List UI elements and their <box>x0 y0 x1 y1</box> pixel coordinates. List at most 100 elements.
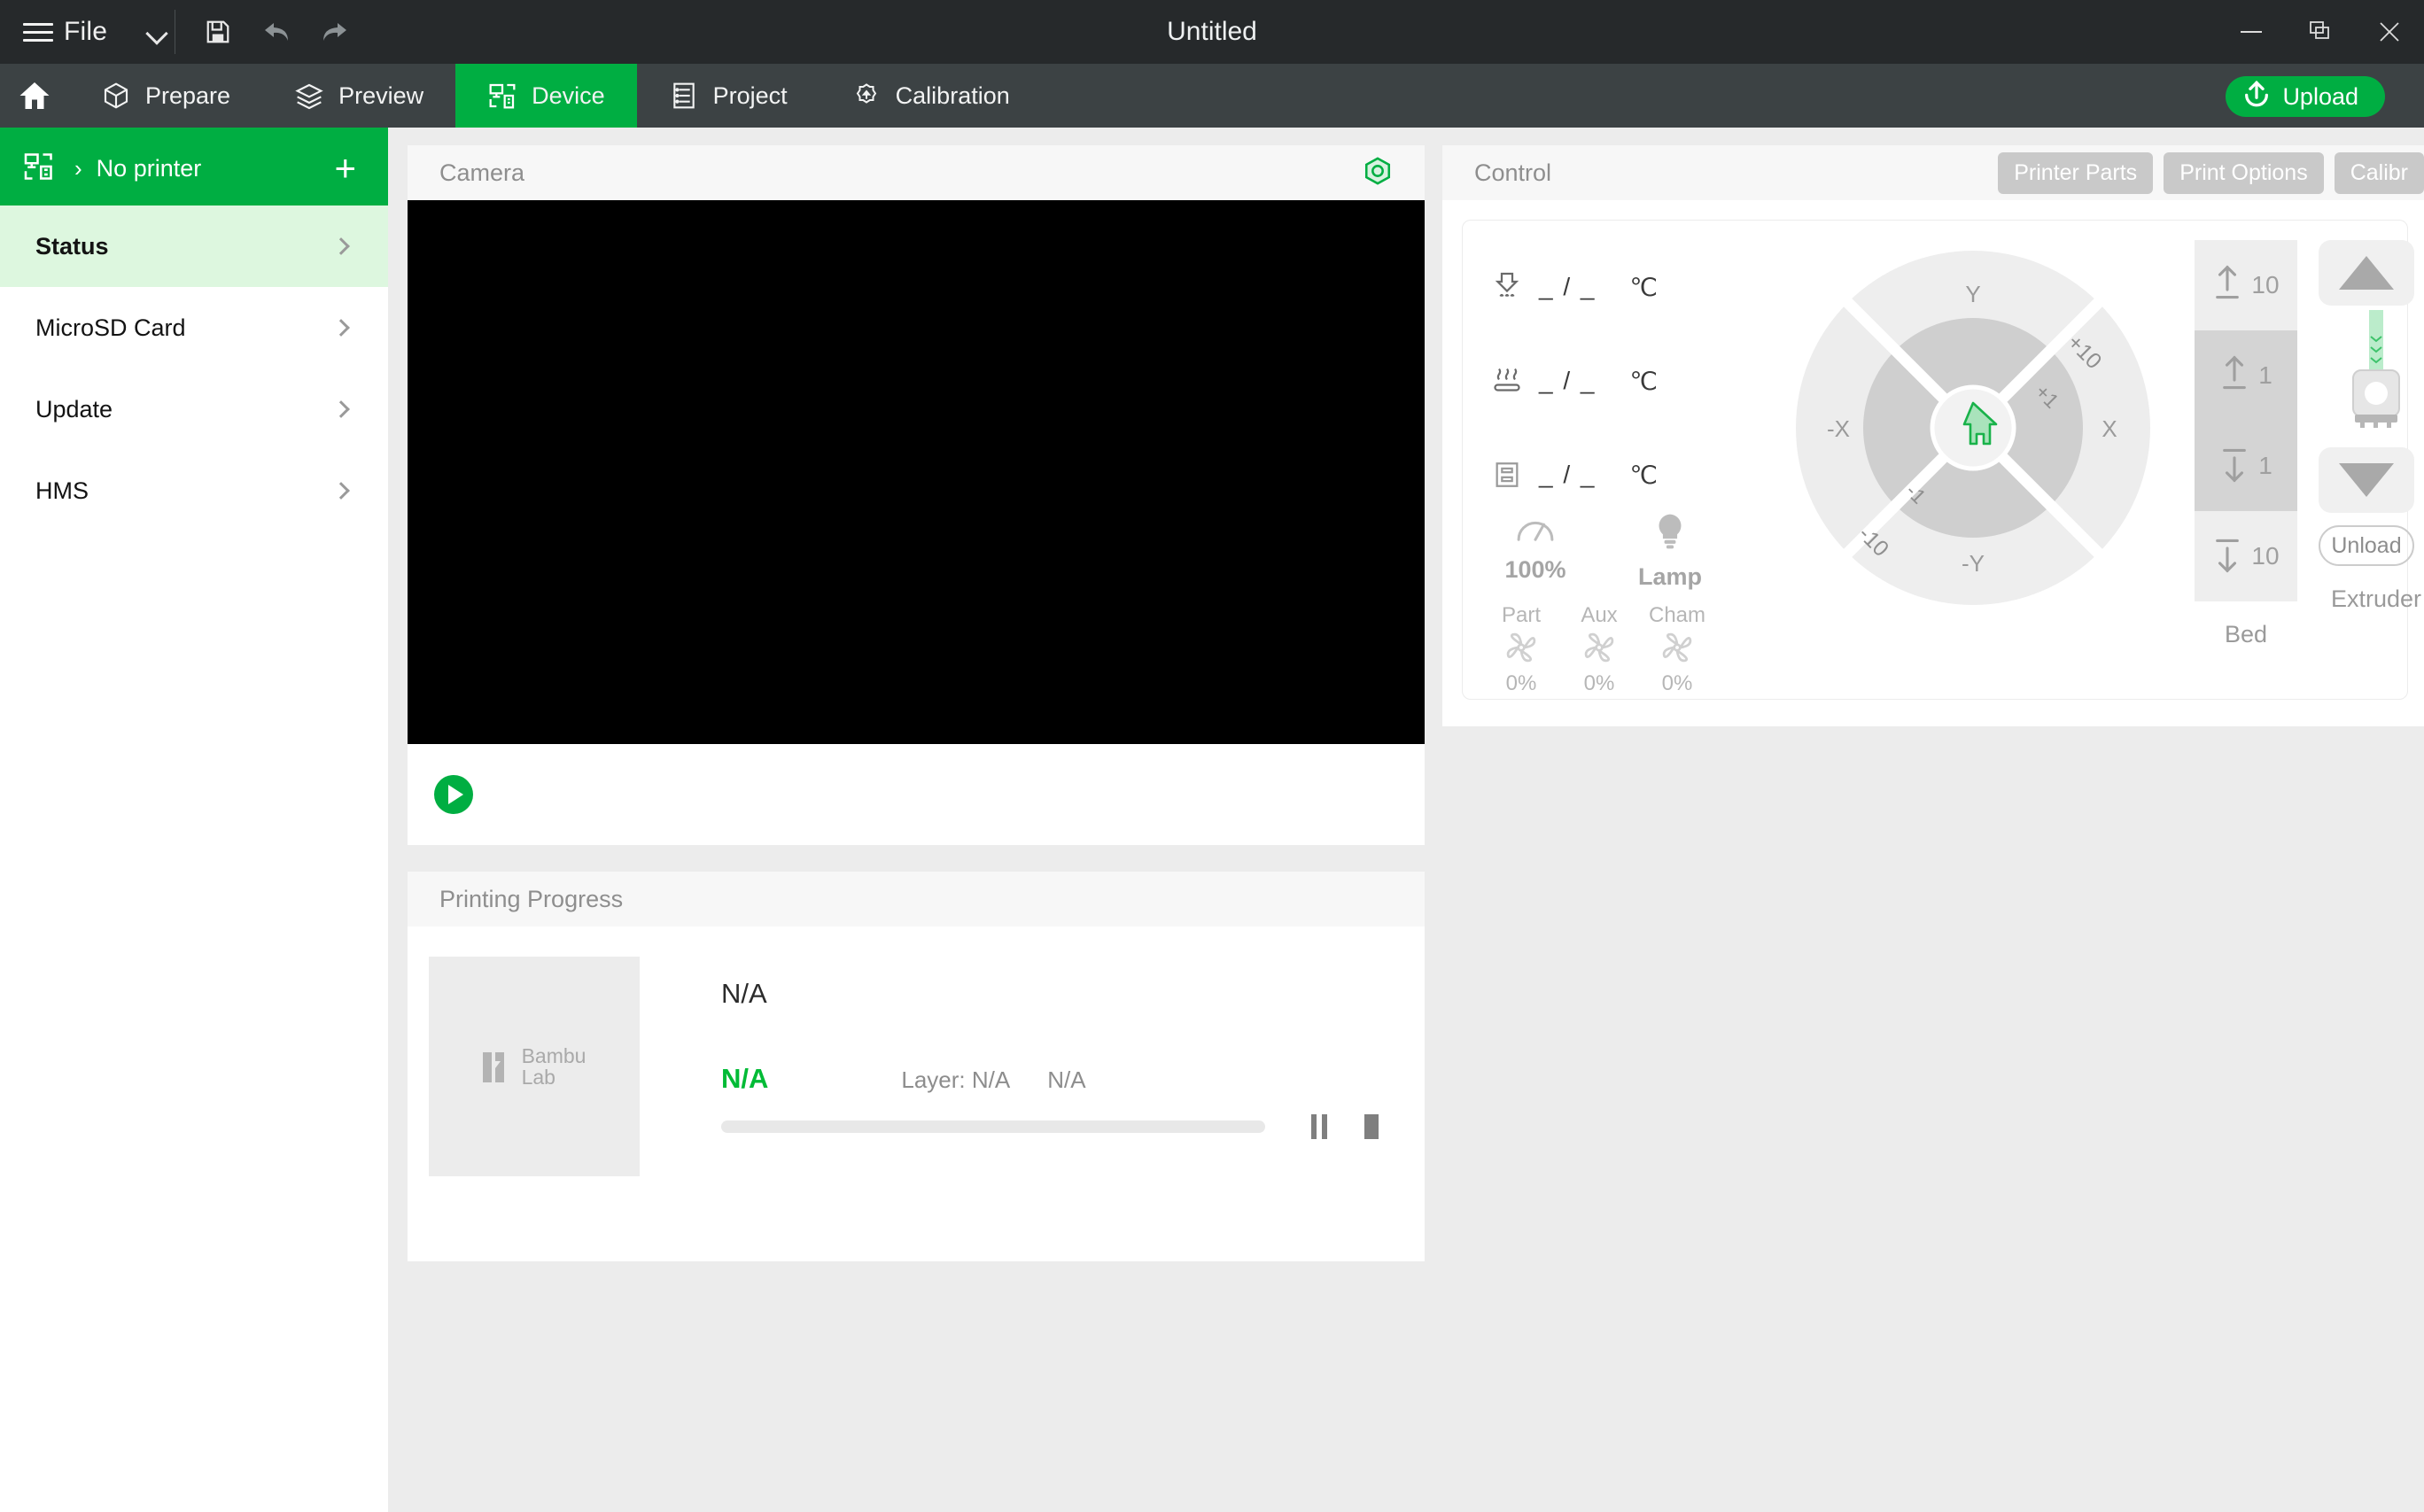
printer-parts-button[interactable]: Printer Parts <box>1998 151 2154 194</box>
fan-icon <box>1658 628 1697 671</box>
chamber-temperature-row[interactable]: _ / _ ℃ <box>1484 428 1768 522</box>
device-sidebar: › No printer + Status MicroSD Card Updat… <box>0 131 388 1512</box>
bed-up-1-value: 1 <box>2258 361 2272 389</box>
bambu-lab-mark-icon <box>482 1049 513 1084</box>
extruder-unload-button[interactable]: Unload <box>2319 525 2414 566</box>
nozzle-temperature-unit: ℃ <box>1629 273 1658 301</box>
restore-icon[interactable] <box>2286 0 2355 64</box>
home-tab-button[interactable] <box>0 64 69 128</box>
print-options-button[interactable]: Print Options <box>2164 151 2324 194</box>
file-menu-button[interactable]: File <box>0 0 127 64</box>
extruder-filament-graphic <box>2319 306 2424 447</box>
bambu-lab-line2: Lab <box>521 1066 556 1089</box>
chevron-right-icon <box>332 482 350 500</box>
bed-up-10-button[interactable]: 10 <box>2195 240 2297 330</box>
chevron-right-icon <box>332 319 350 337</box>
aux-fan-control[interactable]: Aux 0% <box>1560 603 1638 696</box>
bed-up-1-button[interactable]: 1 <box>2195 330 2297 421</box>
bed-temp-icon <box>1484 365 1530 397</box>
camera-aperture-icon[interactable] <box>1363 156 1393 190</box>
device-monitor-icon <box>487 81 517 111</box>
add-printer-button[interactable]: + <box>334 150 365 187</box>
tab-prepare[interactable]: Prepare <box>69 64 262 128</box>
svg-text:Y: Y <box>1965 281 1980 307</box>
chamber-temp-icon <box>1484 460 1530 490</box>
chamber-temperature-value: _ / _ <box>1539 461 1597 488</box>
chevron-right-icon <box>332 237 350 255</box>
save-icon[interactable] <box>193 7 243 57</box>
camera-controls-bar <box>408 744 1425 845</box>
svg-text:X: X <box>2102 415 2117 442</box>
camera-play-button[interactable] <box>434 775 473 814</box>
tab-project[interactable]: Project <box>637 64 820 128</box>
printing-progress-panel: Printing Progress Bambu Lab N/A N/A Laye… <box>408 872 1425 1261</box>
print-pause-button[interactable] <box>1311 1114 1327 1139</box>
bed-down-1-value: 1 <box>2258 452 2272 479</box>
print-speed-control[interactable]: 100% <box>1491 513 1580 591</box>
upload-label: Upload <box>2282 82 2358 110</box>
print-stop-button[interactable] <box>1364 1114 1379 1139</box>
sidebar-item-microsd-card[interactable]: MicroSD Card <box>0 287 388 368</box>
lamp-bulb-icon <box>1652 513 1688 554</box>
tab-calibration[interactable]: Calibration <box>820 64 1042 128</box>
camera-video-view[interactable] <box>408 200 1425 744</box>
triangle-down-icon <box>2339 463 2394 497</box>
arrow-down-bar-icon <box>2219 443 2249 490</box>
fan-icon <box>1502 628 1541 671</box>
tab-project-label: Project <box>712 81 788 109</box>
aux-fan-value: 0% <box>1583 671 1615 695</box>
lamp-control[interactable]: Lamp <box>1626 513 1714 591</box>
sidebar-item-hms[interactable]: HMS <box>0 450 388 531</box>
calibration-button[interactable]: Calibr <box>2334 151 2424 194</box>
printer-expand-chevron-icon: › <box>74 154 82 182</box>
print-time-remaining: N/A <box>1047 1066 1086 1093</box>
print-task-name: N/A <box>721 978 767 1009</box>
camera-panel-header: Camera <box>408 145 1425 200</box>
svg-text:-X: -X <box>1827 415 1850 442</box>
tab-preview-label: Preview <box>338 81 424 109</box>
extruder-extrude-button[interactable] <box>2319 447 2414 513</box>
bed-temperature-value: _ / _ <box>1539 367 1597 394</box>
fan-lamp-group: 100% Lamp Part 0% Aux 0% Cham 0% <box>1473 513 1775 696</box>
chevron-right-icon <box>332 400 350 418</box>
bed-down-1-button[interactable]: 1 <box>2195 421 2297 511</box>
sidebar-item-status-label: Status <box>35 232 109 260</box>
cube-icon <box>101 81 131 111</box>
temperature-group: _ / _ ℃ _ / _ ℃ _ / _ ℃ <box>1484 240 1768 522</box>
print-layer-label: Layer: N/A <box>901 1066 1011 1093</box>
printing-progress-title: Printing Progress <box>439 885 624 912</box>
sidebar-item-hms-label: HMS <box>35 477 89 504</box>
xy-axis-control-wheel[interactable]: Y -Y -X X +10 +1 -1 -10 <box>1787 242 2159 614</box>
lamp-label: Lamp <box>1637 563 1702 590</box>
upload-button[interactable]: Upload <box>2226 76 2385 117</box>
printer-selector[interactable]: › No printer + <box>0 131 388 205</box>
bed-down-10-value: 10 <box>2251 542 2280 570</box>
printing-progress-header: Printing Progress <box>408 872 1425 927</box>
extruder-retract-button[interactable] <box>2319 240 2414 306</box>
tab-device[interactable]: Device <box>455 64 637 128</box>
tab-preview[interactable]: Preview <box>262 64 455 128</box>
chevron-down-icon[interactable] <box>146 26 169 38</box>
redo-icon[interactable] <box>310 7 360 57</box>
bed-temperature-row[interactable]: _ / _ ℃ <box>1484 334 1768 428</box>
fan-icon <box>1580 628 1619 671</box>
sidebar-item-status[interactable]: Status <box>0 205 388 287</box>
chamber-fan-control[interactable]: Cham 0% <box>1638 603 1716 696</box>
part-fan-value: 0% <box>1505 671 1537 695</box>
control-panel: Control Printer Parts Print Options Cali… <box>1442 145 2424 726</box>
arrow-up-bar-icon <box>2212 262 2242 309</box>
close-icon[interactable] <box>2355 0 2424 64</box>
undo-icon[interactable] <box>252 7 301 57</box>
bed-down-10-button[interactable]: 10 <box>2195 511 2297 601</box>
sidebar-item-update[interactable]: Update <box>0 368 388 450</box>
window-controls <box>2217 0 2424 64</box>
print-thumbnail: Bambu Lab <box>429 957 640 1176</box>
upload-icon <box>2241 79 2272 115</box>
part-fan-label: Part <box>1501 603 1541 627</box>
nozzle-temperature-row[interactable]: _ / _ ℃ <box>1484 240 1768 334</box>
bed-temperature-unit: ℃ <box>1629 367 1658 395</box>
print-speed-value: 100% <box>1504 556 1566 583</box>
chamber-fan-label: Cham <box>1648 603 1706 627</box>
part-fan-control[interactable]: Part 0% <box>1482 603 1560 696</box>
minimize-icon[interactable] <box>2217 0 2286 64</box>
